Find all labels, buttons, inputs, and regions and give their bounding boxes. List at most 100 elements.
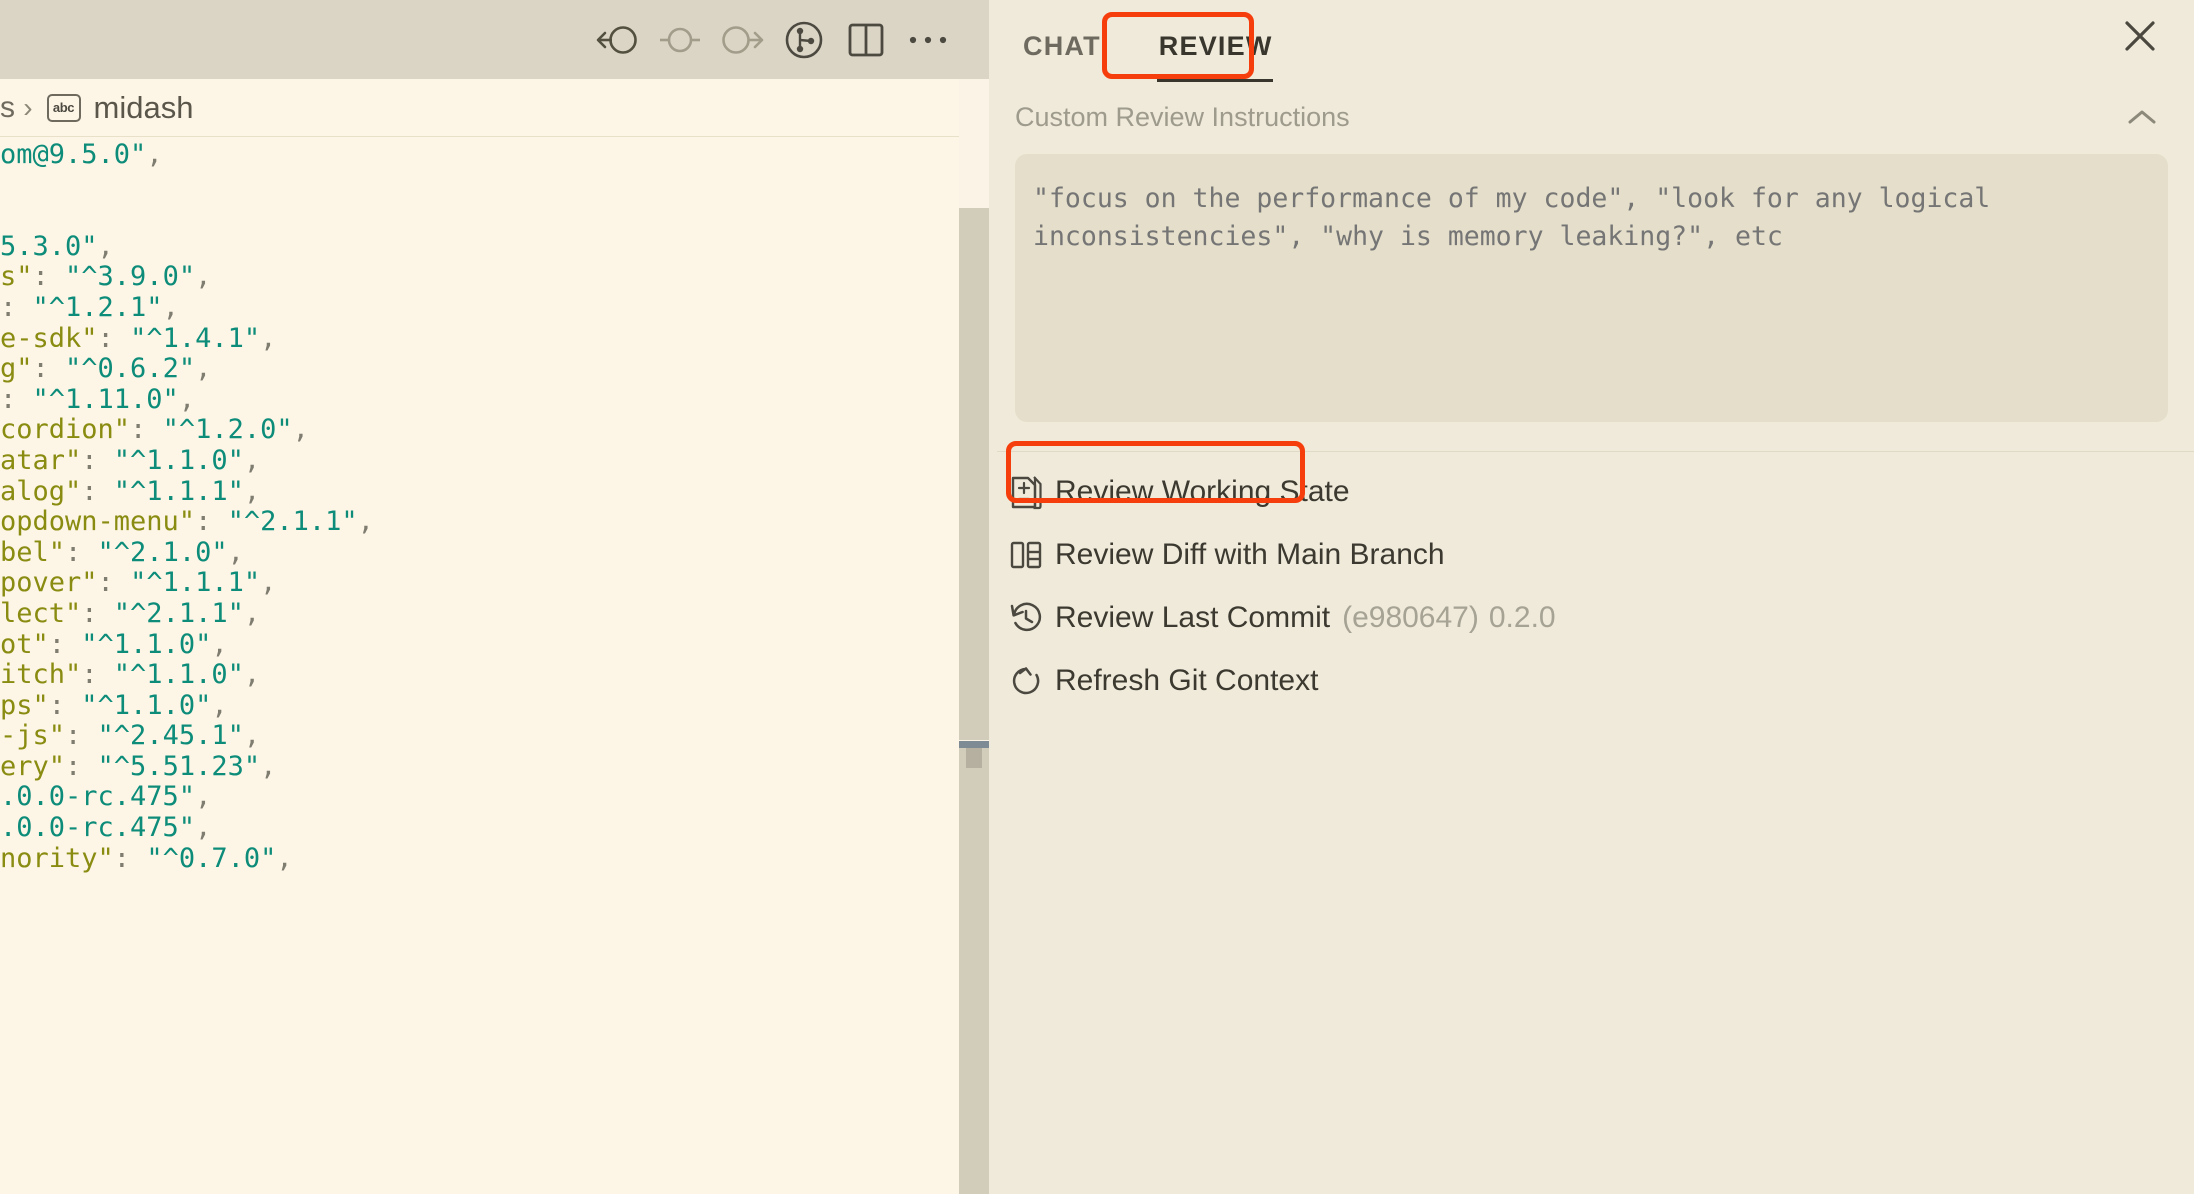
code-token: ,: [211, 629, 227, 660]
code-token: s": [0, 261, 33, 292]
split-compare-icon: [1009, 539, 1055, 571]
review-panel: CHAT REVIEW Custom Review Instructions: [989, 0, 2194, 1194]
code-line: om@9.5.0",: [0, 140, 940, 171]
code-line: s": "^3.9.0",: [0, 262, 940, 293]
code-token: itch": [0, 659, 81, 690]
code-token: :: [0, 384, 33, 415]
code-token: alog": [0, 476, 81, 507]
close-icon[interactable]: [2114, 10, 2166, 62]
code-token: ,: [260, 567, 276, 598]
step-forward-icon[interactable]: [711, 9, 773, 71]
code-token: "^1.1.1": [114, 476, 244, 507]
code-line: .0.0-rc.475",: [0, 813, 940, 844]
code-line: atar": "^1.1.0",: [0, 446, 940, 477]
custom-review-instructions-label: Custom Review Instructions: [1015, 102, 1350, 133]
code-token: "^1.1.0": [114, 445, 244, 476]
editor-scrollbar[interactable]: [959, 79, 989, 1194]
split-editor-icon[interactable]: [835, 9, 897, 71]
code-token: "^1.1.0": [81, 629, 211, 660]
code-token: ,: [276, 843, 292, 874]
code-token: ,: [195, 812, 211, 843]
action-review-diff-main[interactable]: Review Diff with Main Branch: [989, 523, 2194, 586]
action-review-last-commit[interactable]: Review Last Commit (e980647) 0.2.0: [989, 586, 2194, 649]
action-review-working-state[interactable]: Review Working State: [989, 460, 2194, 523]
code-token: ,: [244, 720, 260, 751]
code-token: -js": [0, 720, 65, 751]
code-token: g": [0, 353, 33, 384]
code-token: "^1.11.0": [33, 384, 179, 415]
code-token: ,: [244, 476, 260, 507]
breadcrumb: s › abc midash: [0, 79, 989, 137]
tab-chat[interactable]: CHAT: [1015, 25, 1109, 68]
editor-scrollbar-cursor-marker: [966, 748, 982, 768]
code-token: :: [81, 445, 114, 476]
code-token: "^1.1.0": [114, 659, 244, 690]
custom-review-instructions-input[interactable]: [1015, 154, 2168, 422]
breadcrumb-segment-truncated[interactable]: s: [0, 91, 15, 125]
code-token: :: [81, 598, 114, 629]
code-token: ,: [195, 261, 211, 292]
commit-dot-icon[interactable]: [649, 9, 711, 71]
code-token: :: [65, 751, 98, 782]
code-token: ,: [179, 384, 195, 415]
code-line: ps": "^1.1.0",: [0, 691, 940, 722]
more-actions-icon[interactable]: [897, 9, 959, 71]
editor-toolbar: [0, 0, 989, 79]
code-line: e-sdk": "^1.4.1",: [0, 324, 940, 355]
code-token: .0.0-rc.475": [0, 812, 195, 843]
file-diff-icon: [1009, 473, 1055, 511]
code-token: ,: [260, 323, 276, 354]
tab-review[interactable]: REVIEW: [1151, 25, 1281, 68]
code-token: "^2.1.1": [114, 598, 244, 629]
code-token: :: [33, 261, 66, 292]
code-line: 5.3.0",: [0, 232, 940, 263]
code-token: om@9.5.0": [0, 139, 146, 170]
code-token: ery": [0, 751, 65, 782]
code-line: itch": "^1.1.0",: [0, 660, 940, 691]
commit-version: 0.2.0: [1489, 601, 1556, 635]
code-token: "^5.51.23": [98, 751, 261, 782]
code-token: ,: [146, 139, 162, 170]
code-token: :: [65, 537, 98, 568]
code-line: [0, 201, 940, 232]
code-line: lect": "^2.1.1",: [0, 599, 940, 630]
code-token: :: [98, 323, 131, 354]
code-token: :: [98, 567, 131, 598]
editor-scrollbar-thumb[interactable]: [959, 208, 989, 740]
code-token: ,: [195, 353, 211, 384]
code-token: ,: [293, 414, 309, 445]
action-label: Refresh Git Context: [1055, 664, 1318, 698]
code-token: ,: [163, 292, 179, 323]
git-graph-icon[interactable]: [773, 9, 835, 71]
code-token: :: [130, 414, 163, 445]
editor-scrollbar-track-lower[interactable]: [959, 748, 989, 1194]
code-token: "^1.1.0": [81, 690, 211, 721]
refresh-icon: [1009, 664, 1055, 698]
code-token: ,: [195, 781, 211, 812]
code-token: :: [81, 659, 114, 690]
chevron-up-icon[interactable]: [2120, 98, 2164, 136]
code-token: cordion": [0, 414, 130, 445]
code-token: atar": [0, 445, 81, 476]
code-line: alog": "^1.1.1",: [0, 477, 940, 508]
step-back-icon[interactable]: [587, 9, 649, 71]
code-line: : "^1.2.1",: [0, 293, 940, 324]
code-token: :: [49, 690, 82, 721]
code-token: "^1.2.1": [33, 292, 163, 323]
code-token: ps": [0, 690, 49, 721]
action-refresh-git-context[interactable]: Refresh Git Context: [989, 649, 2194, 712]
code-line: .0.0-rc.475",: [0, 782, 940, 813]
action-label: Review Last Commit: [1055, 601, 1330, 635]
code-token: "^2.45.1": [98, 720, 244, 751]
code-token: :: [65, 720, 98, 751]
code-token: bel": [0, 537, 65, 568]
code-token: opdown-menu": [0, 506, 195, 537]
breadcrumb-current-symbol[interactable]: midash: [94, 90, 194, 126]
action-label: Review Diff with Main Branch: [1055, 538, 1445, 572]
code-token: ,: [211, 690, 227, 721]
code-token: pover": [0, 567, 98, 598]
code-token: :: [195, 506, 228, 537]
code-editor-content[interactable]: om@9.5.0", 5.3.0",s": "^3.9.0",: "^1.2.1…: [0, 138, 940, 1194]
review-actions-list: Review Working State Review Diff with Ma…: [989, 452, 2194, 712]
code-token: "^2.1.0": [98, 537, 228, 568]
